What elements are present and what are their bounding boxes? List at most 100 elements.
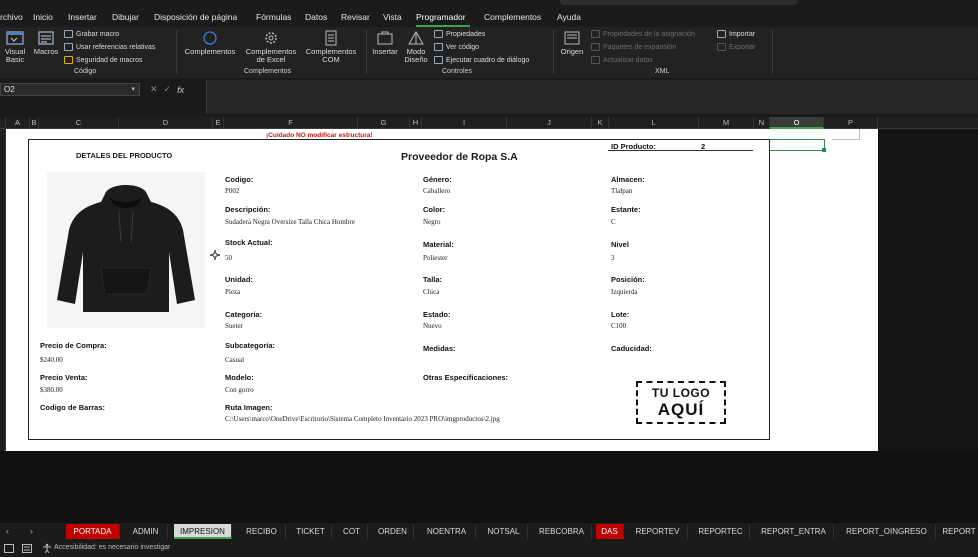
chevron-left-icon[interactable]: ‹ [6, 526, 9, 536]
talla-value: Chica [423, 288, 440, 296]
menu-ayuda[interactable]: Ayuda [557, 12, 581, 22]
chevron-down-icon[interactable]: ▾ [131, 85, 135, 93]
menu-inicio[interactable]: Inicio [33, 12, 53, 22]
tab-cot[interactable]: COT [336, 524, 368, 539]
menu-complementos[interactable]: Complementos [484, 12, 541, 22]
tab-report[interactable]: REPORT [940, 524, 978, 539]
column-header-i[interactable]: I [422, 117, 507, 129]
accessibility-icon[interactable] [42, 543, 52, 553]
otras-especificaciones-label: Otras Especificaciones: [423, 373, 509, 382]
ejecutar-dialogo-button[interactable]: Ejecutar cuadro de diálogo [434, 56, 529, 64]
cell-border [832, 129, 860, 140]
column-header-o[interactable]: O [770, 117, 824, 129]
name-box[interactable]: O2 ▾ [0, 83, 140, 96]
name-box-value: O2 [4, 85, 15, 94]
color-label: Color: [423, 205, 446, 214]
tab-orden[interactable]: ORDEN [372, 524, 414, 539]
fx-icon[interactable]: fx [177, 85, 184, 95]
seguridad-macros-button[interactable]: Seguridad de macros [64, 56, 143, 64]
menu-archivo[interactable]: rchivo [0, 12, 23, 22]
propiedades-asignacion-button[interactable]: Propiedades de la asignación [591, 30, 695, 38]
menu-insertar[interactable]: Insertar [68, 12, 97, 22]
importar-button[interactable]: Importar [717, 30, 755, 38]
complementos-excel-button[interactable]: Complementos de Excel [242, 30, 300, 64]
modo-diseno-button[interactable]: Modo Diseño [401, 30, 431, 64]
product-image [47, 172, 205, 328]
visual-basic-button[interactable]: Visual Basic [2, 30, 28, 64]
tab-notsal[interactable]: NOTSAL [480, 524, 528, 539]
tab-ticket[interactable]: TICKET [290, 524, 332, 539]
exportar-button[interactable]: Exportar [717, 43, 755, 51]
formula-input[interactable] [206, 80, 978, 114]
categoria-value: Sueter [225, 322, 243, 330]
tab-reportec[interactable]: REPORTEC [692, 524, 750, 539]
fill-handle[interactable] [822, 148, 826, 152]
tab-rebcobra[interactable]: REBCOBRA [532, 524, 592, 539]
tab-portada[interactable]: PORTADA [66, 524, 120, 539]
selected-cell[interactable] [769, 139, 825, 151]
propiedades-button[interactable]: Propiedades [434, 30, 485, 38]
grabar-macro-button[interactable]: Grabar macro [64, 30, 119, 38]
menu-revisar[interactable]: Revisar [341, 12, 370, 22]
insertar-control-button[interactable]: Insertar [370, 30, 400, 56]
tab-noentra[interactable]: NOENTRA [418, 524, 476, 539]
column-header-e[interactable]: E [213, 117, 224, 129]
almacen-value: Tlalpan [611, 187, 633, 195]
menu-vista[interactable]: Vista [383, 12, 402, 22]
complementos-com-button[interactable]: Complementos COM [302, 30, 360, 64]
column-header-h[interactable]: H [410, 117, 422, 129]
tab-recibo[interactable]: RECIBO [238, 524, 286, 539]
record-macro-icon [64, 30, 73, 38]
cancel-icon[interactable]: ✕ [150, 84, 158, 95]
tab-reportev[interactable]: REPORTEV [628, 524, 688, 539]
column-header-n[interactable]: N [754, 117, 770, 129]
search-pill[interactable] [560, 0, 798, 5]
confirm-icon[interactable]: ✓ [164, 84, 172, 95]
refresh-data-icon [591, 56, 600, 64]
menu-programador[interactable]: Programador [416, 12, 466, 22]
menu-formulas[interactable]: Fórmulas [256, 12, 291, 22]
tab-admin[interactable]: ADMIN [124, 524, 168, 539]
origen-button[interactable]: Origen [558, 30, 586, 56]
tab-report-entra[interactable]: REPORT_ENTRA [754, 524, 834, 539]
macro-record-icon[interactable] [22, 544, 32, 553]
column-header-c[interactable]: C [39, 117, 119, 129]
column-header-d[interactable]: D [119, 117, 213, 129]
lote-label: Lote: [611, 310, 630, 319]
lote-value: C100 [611, 322, 627, 330]
expansion-packs-icon [591, 43, 600, 51]
column-header-j[interactable]: J [507, 117, 592, 129]
menu-dibujar[interactable]: Dibujar [112, 12, 139, 22]
subcategoria-label: Subcategoría: [225, 341, 276, 350]
tab-impresion[interactable]: IMPRESION [174, 524, 232, 539]
column-header-g[interactable]: G [358, 117, 410, 129]
tab-report-oingreso[interactable]: REPORT_OINGRESO [838, 524, 936, 539]
ribbon: Visual Basic Macros Grabar macro Usar re… [0, 27, 978, 78]
material-value: Poliester [423, 254, 448, 262]
precio-compra-label: Precio de Compra: [40, 341, 107, 350]
column-header-l[interactable]: L [609, 117, 699, 129]
complementos-button[interactable]: Complementos [181, 30, 239, 56]
tab-das[interactable]: DAS [596, 524, 624, 539]
ver-codigo-button[interactable]: Ver código [434, 43, 479, 51]
column-header-b[interactable]: B [30, 117, 39, 129]
posicion-value: Izquierda [611, 288, 638, 296]
paquetes-expansion-button[interactable]: Paquetes de expansión [591, 43, 676, 51]
column-header-k[interactable]: K [592, 117, 609, 129]
accessibility-status[interactable]: Accesibilidad: es necesario investigar [54, 544, 170, 551]
visual-basic-icon [6, 31, 24, 45]
chevron-right-icon[interactable]: › [30, 526, 33, 536]
column-header-f[interactable]: F [224, 117, 358, 129]
actualizar-datos-button[interactable]: Actualizar datos [591, 56, 653, 64]
menu-datos[interactable]: Datos [305, 12, 327, 22]
xml-source-icon [564, 31, 580, 45]
column-header-m[interactable]: M [699, 117, 754, 129]
view-code-icon [434, 43, 443, 51]
menu-disposicion[interactable]: Disposición de página [154, 12, 237, 22]
column-header-a[interactable]: A [6, 117, 30, 129]
warning-icon [64, 56, 73, 64]
macros-button[interactable]: Macros [31, 30, 61, 56]
warning-text: ¡Cuidado NO modificar estructura! [266, 132, 373, 139]
column-header-p[interactable]: P [824, 117, 878, 129]
usar-referencias-button[interactable]: Usar referencias relativas [64, 43, 155, 51]
